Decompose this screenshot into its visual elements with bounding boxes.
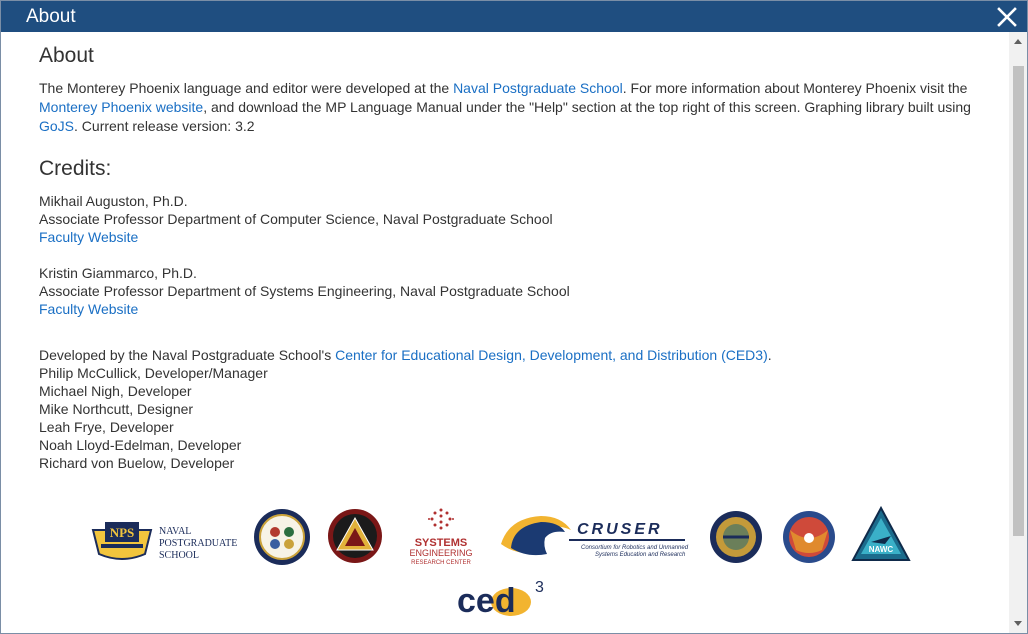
nps-logo: NPS NAVAL POSTGRADUATE SCHOOL bbox=[91, 514, 241, 564]
naval-seal-logo bbox=[709, 510, 763, 564]
about-text-3: , and download the MP Language Manual un… bbox=[203, 99, 971, 115]
team-member: Michael Nigh, Developer bbox=[39, 383, 192, 399]
ced-superscript: 3 bbox=[535, 579, 544, 596]
person-role: Associate Professor Department of System… bbox=[39, 283, 570, 299]
team-member: Richard von Buelow, Developer bbox=[39, 455, 235, 471]
nps-text-line: POSTGRADUATE bbox=[159, 538, 237, 549]
cruser-subtitle: Systems Education and Research bbox=[595, 552, 686, 558]
cruser-subtitle: Consortium for Robotics and Unmanned bbox=[581, 545, 689, 551]
nps-badge-text: NPS bbox=[110, 525, 135, 540]
ced-text: ced bbox=[457, 582, 516, 620]
ced3-logo: ced 3 bbox=[453, 578, 548, 620]
serc-text-line: ENGINEERING bbox=[409, 548, 472, 558]
about-paragraph: The Monterey Phoenix language and editor… bbox=[39, 79, 984, 136]
eagle-seal-logo bbox=[780, 510, 838, 564]
mp-website-link[interactable]: Monterey Phoenix website bbox=[39, 99, 203, 115]
team-member: Noah Lloyd-Edelman, Developer bbox=[39, 437, 242, 453]
dialog-content: About The Monterey Phoenix language and … bbox=[1, 32, 1009, 633]
nawc-logo: NAWC bbox=[851, 505, 911, 564]
navy-seal-logo bbox=[253, 508, 311, 566]
scroll-down-icon[interactable] bbox=[1014, 621, 1022, 626]
nawc-text: NAWC bbox=[869, 545, 894, 554]
team-member: Philip McCullick, Developer/Manager bbox=[39, 365, 268, 381]
developed-by-line: Developed by the Naval Postgraduate Scho… bbox=[39, 346, 772, 364]
team-member: Mike Northcutt, Designer bbox=[39, 401, 194, 417]
about-text-1: The Monterey Phoenix language and editor… bbox=[39, 80, 454, 96]
credits-heading: Credits: bbox=[39, 157, 112, 180]
person-name: Mikhail Auguston, Ph.D. bbox=[39, 193, 188, 209]
developed-by-text: Developed by the Naval Postgraduate Scho… bbox=[39, 347, 336, 363]
scrollbar-thumb[interactable] bbox=[1013, 66, 1024, 536]
faculty-website-link[interactable]: Faculty Website bbox=[39, 300, 138, 318]
about-heading: About bbox=[39, 44, 94, 67]
cruser-title: CRUSER bbox=[577, 521, 663, 538]
faculty-website-link[interactable]: Faculty Website bbox=[39, 228, 138, 246]
triangle-seal-logo bbox=[327, 508, 383, 564]
developed-by-end: . bbox=[767, 347, 772, 363]
person-role: Associate Professor Department of Comput… bbox=[39, 211, 553, 227]
logo-strip: NPS NAVAL POSTGRADUATE SCHOOL SYSTEMS EN… bbox=[1, 502, 1009, 622]
gojs-link[interactable]: GoJS bbox=[39, 118, 74, 134]
team-member: Leah Frye, Developer bbox=[39, 419, 174, 435]
about-text-4: . Current release version: 3.2 bbox=[74, 118, 255, 134]
nps-link[interactable]: Naval Postgraduate School bbox=[453, 80, 623, 96]
dialog-titlebar: About bbox=[1, 1, 1027, 32]
scroll-up-icon[interactable] bbox=[1014, 39, 1022, 44]
serc-text-line: RESEARCH CENTER bbox=[411, 560, 471, 566]
serc-logo: SYSTEMS ENGINEERING RESEARCH CENTER bbox=[396, 504, 486, 566]
nps-text-line: SCHOOL bbox=[159, 550, 199, 561]
person-name: Kristin Giammarco, Ph.D. bbox=[39, 265, 197, 281]
about-dialog: About About The Monterey Phoenix languag… bbox=[0, 0, 1028, 634]
about-text-2: . For more information about Monterey Ph… bbox=[622, 80, 968, 96]
nps-text-line: NAVAL bbox=[159, 526, 191, 537]
ced3-link[interactable]: Center for Educational Design, Developme… bbox=[335, 347, 768, 363]
vertical-scrollbar[interactable] bbox=[1009, 32, 1027, 633]
dialog-title: About bbox=[26, 6, 76, 27]
cruser-logo: CRUSER Consortium for Robotics and Unman… bbox=[499, 512, 689, 562]
close-icon[interactable] bbox=[997, 7, 1017, 27]
